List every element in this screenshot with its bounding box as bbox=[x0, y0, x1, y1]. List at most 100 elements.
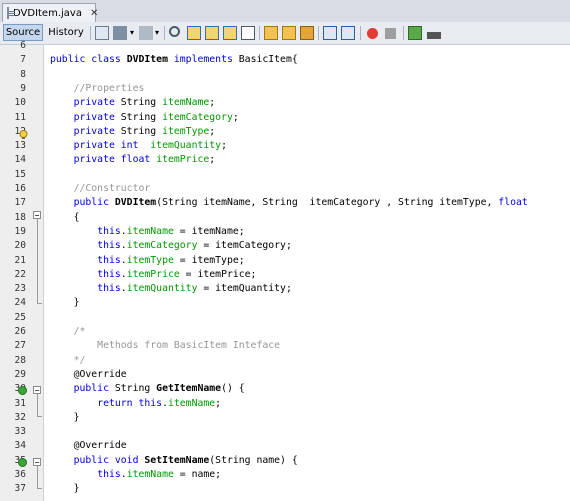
line-number: 22 bbox=[14, 268, 26, 280]
line-number: 16 bbox=[14, 183, 26, 194]
line-number: 7 bbox=[20, 54, 26, 66]
code-line: public class DVDItem implements BasicIte… bbox=[50, 54, 298, 66]
forward-icon[interactable] bbox=[139, 26, 153, 40]
line-number: 20 bbox=[14, 240, 26, 252]
code-line: Methods from BasicItem Inteface bbox=[50, 340, 281, 352]
code-line: this.itemCategory = itemCategory; bbox=[97, 240, 292, 252]
file-tab[interactable]: DVDItem.java ✕ bbox=[2, 3, 98, 22]
line-number: 31 bbox=[14, 397, 26, 409]
code-line: private String itemName; bbox=[73, 97, 216, 109]
code-line: this.itemName = name; bbox=[97, 469, 222, 480]
line-number: 21 bbox=[14, 254, 26, 266]
line-number: 33 bbox=[14, 426, 26, 438]
line-number: 15 bbox=[14, 168, 26, 180]
line-number: 8 bbox=[20, 68, 26, 80]
find-icon[interactable] bbox=[169, 26, 180, 37]
fold-guide bbox=[37, 394, 38, 417]
comment-icon[interactable] bbox=[408, 26, 422, 40]
code-line: public void SetItemName(String name) { bbox=[73, 454, 298, 466]
line-number: 23 bbox=[14, 283, 26, 295]
toolbar-separator bbox=[90, 26, 91, 40]
fold-guide bbox=[37, 466, 38, 489]
line-number: 24 bbox=[14, 297, 26, 309]
shift-left-icon[interactable] bbox=[323, 26, 337, 40]
stop-macro-recording-icon[interactable] bbox=[385, 28, 396, 39]
line-number: 14 bbox=[14, 154, 26, 166]
code-line: this.itemPrice = itemPrice; bbox=[97, 268, 257, 280]
code-line: //Properties bbox=[73, 82, 145, 94]
uncomment-icon[interactable] bbox=[427, 32, 441, 39]
forward-dropdown-icon[interactable]: ▾ bbox=[155, 26, 161, 40]
code-line: private String itemType; bbox=[73, 125, 216, 137]
toolbar-separator bbox=[403, 26, 404, 40]
line-number: 32 bbox=[14, 411, 26, 423]
toggle-bookmark-icon[interactable] bbox=[300, 26, 314, 40]
line-number: 25 bbox=[14, 311, 26, 323]
code-line: } bbox=[50, 297, 80, 309]
last-edit-icon[interactable] bbox=[95, 26, 109, 40]
line-number: 18 bbox=[14, 211, 26, 223]
code-line: this.itemQuantity = itemQuantity; bbox=[97, 283, 292, 295]
code-line: private int itemQuantity; bbox=[73, 140, 227, 152]
code-line: { bbox=[50, 211, 80, 223]
editor-tab-bar: DVDItem.java ✕ bbox=[0, 0, 570, 23]
toolbar-separator bbox=[360, 26, 361, 40]
editor-toolbar: Source History ▾ ▾ bbox=[0, 22, 570, 45]
start-macro-recording-icon[interactable] bbox=[367, 28, 378, 39]
file-tab-title: DVDItem.java bbox=[13, 7, 82, 19]
find-selection-icon[interactable] bbox=[223, 26, 237, 40]
line-number: 9 bbox=[20, 82, 26, 94]
line-number: 28 bbox=[14, 354, 26, 366]
next-bookmark-icon[interactable] bbox=[282, 26, 296, 40]
line-number: 11 bbox=[14, 111, 26, 123]
code-line: } bbox=[50, 411, 80, 423]
fold-toggle-icon[interactable] bbox=[33, 211, 41, 219]
code-line: /* bbox=[73, 326, 86, 337]
back-dropdown-icon[interactable]: ▾ bbox=[130, 26, 136, 40]
close-tab-icon[interactable]: ✕ bbox=[90, 8, 98, 19]
code-line: this.itemType = itemType; bbox=[97, 254, 245, 266]
back-icon[interactable] bbox=[113, 26, 127, 40]
line-number: 26 bbox=[14, 326, 26, 337]
fold-guide bbox=[37, 219, 38, 304]
implements-method-icon[interactable] bbox=[18, 458, 27, 467]
line-number: 27 bbox=[14, 340, 26, 352]
line-number: 34 bbox=[14, 440, 26, 452]
line-number: 10 bbox=[14, 97, 26, 109]
code-line: public DVDItem(String itemName, String i… bbox=[73, 197, 528, 209]
code-line: return this.itemName; bbox=[97, 397, 222, 409]
shift-right-icon[interactable] bbox=[341, 26, 355, 40]
hint-bulb-icon[interactable] bbox=[19, 125, 28, 139]
code-line: @Override bbox=[50, 368, 127, 380]
line-number-gutter: 6 7 8 9 10 11 12 13 14 15 16 17 18 19 20 21 22 23 24 25 26 27… bbox=[0, 40, 44, 501]
fold-guide-end bbox=[37, 416, 42, 417]
code-line: private float itemPrice; bbox=[73, 154, 216, 166]
line-number: 29 bbox=[14, 368, 26, 380]
previous-bookmark-icon[interactable] bbox=[264, 26, 278, 40]
code-editor[interactable]: public class DVDItem implements BasicIte… bbox=[44, 45, 570, 501]
line-number: 37 bbox=[14, 483, 26, 495]
code-line: */ bbox=[73, 354, 86, 366]
fold-toggle-icon[interactable] bbox=[33, 386, 41, 394]
implements-method-icon[interactable] bbox=[18, 386, 27, 395]
line-number: 17 bbox=[14, 197, 26, 209]
line-number: 19 bbox=[14, 225, 26, 237]
code-line: @Override bbox=[50, 440, 127, 452]
fold-guide-end bbox=[37, 303, 42, 304]
line-number: 13 bbox=[14, 140, 26, 152]
toolbar-separator bbox=[318, 26, 319, 40]
code-line: private String itemCategory; bbox=[73, 111, 239, 123]
line-number: 36 bbox=[14, 469, 26, 480]
source-view-button[interactable]: Source bbox=[3, 24, 43, 41]
toggle-highlight-icon[interactable] bbox=[241, 26, 255, 40]
history-view-button[interactable]: History bbox=[46, 24, 86, 41]
find-next-icon[interactable] bbox=[205, 26, 219, 40]
toolbar-separator bbox=[259, 26, 260, 40]
line-number: 6 bbox=[20, 40, 26, 51]
fold-toggle-icon[interactable] bbox=[33, 458, 41, 466]
code-line: //Constructor bbox=[73, 183, 151, 194]
toolbar-separator bbox=[164, 26, 165, 40]
java-file-icon bbox=[7, 7, 15, 19]
code-line: public String GetItemName() { bbox=[73, 383, 245, 395]
find-previous-icon[interactable] bbox=[187, 26, 201, 40]
